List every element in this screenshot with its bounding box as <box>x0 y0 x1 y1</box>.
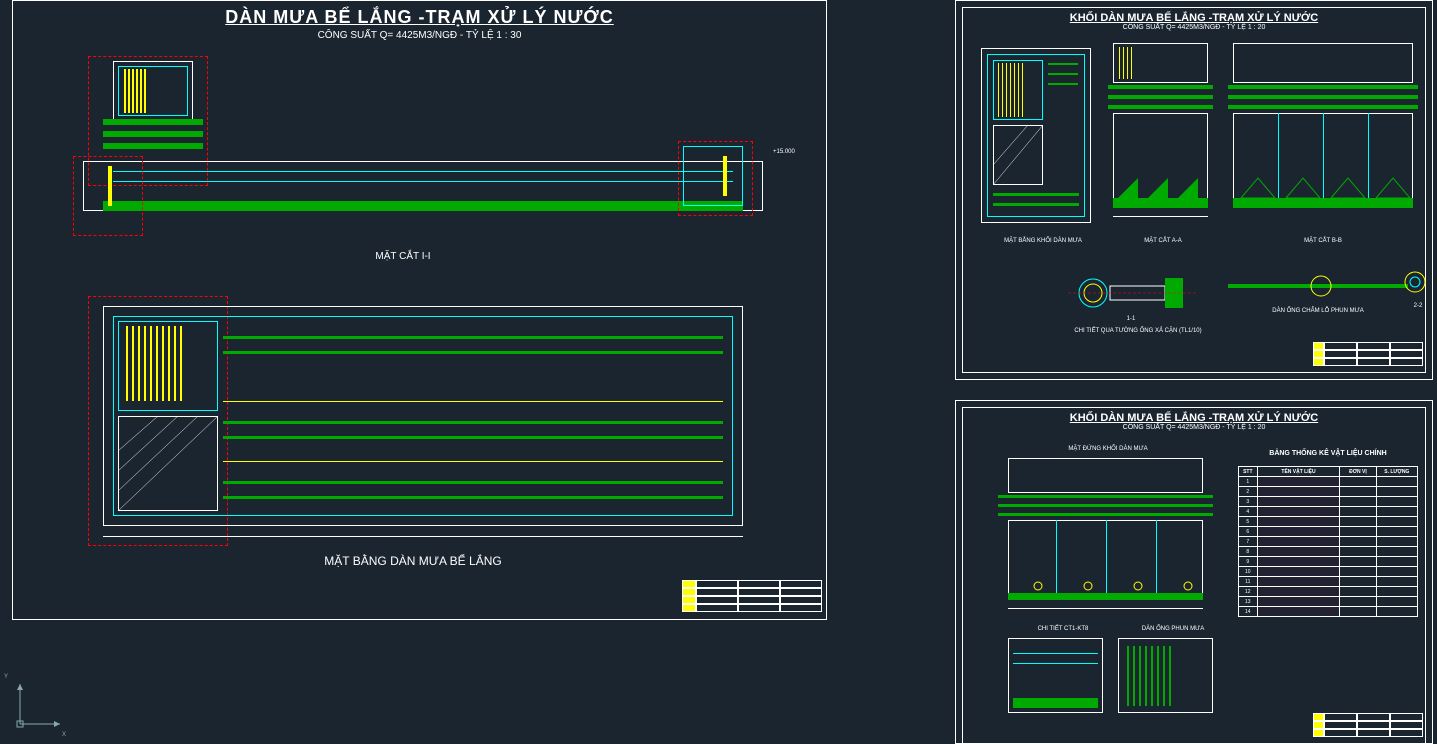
sheet-3: KHỐI DÀN MƯA BỂ LẮNG -TRẠM XỬ LÝ NƯỚC CÔ… <box>955 400 1433 744</box>
section-bb <box>1228 43 1423 218</box>
sheet2-title: KHỐI DÀN MƯA BỂ LẮNG -TRẠM XỬ LÝ NƯỚC <box>963 12 1425 24</box>
table-row: 7 <box>1239 537 1418 547</box>
table-row: 11 <box>1239 577 1418 587</box>
plan-khoi-label: MẶT BẰNG KHỐI DÀN MƯA <box>993 238 1093 244</box>
spray-detail-2 <box>1118 638 1213 713</box>
detail-ct <box>1008 638 1103 713</box>
table-row: 10 <box>1239 567 1418 577</box>
spray-label: DÀN ỐNG CHẨM LỖ PHUN MƯA <box>1253 308 1383 314</box>
detail-22-label: 2-2 <box>1408 303 1428 309</box>
table-row: 9 <box>1239 557 1418 567</box>
sheet2-sub: CÔNG SUẤT Q= 4425M3/NGĐ - TỶ LỆ 1 : 20 <box>963 24 1425 31</box>
detail-11-label: 1-1 <box>1116 316 1146 322</box>
table-row: 1 <box>1239 477 1418 487</box>
plan-khoi <box>973 43 1098 233</box>
table-row: 14 <box>1239 607 1418 617</box>
ucs-y: Y <box>4 674 8 680</box>
section-aa <box>1108 43 1218 218</box>
sheet3-title: KHỐI DÀN MƯA BỂ LẮNG -TRẠM XỬ LÝ NƯỚC <box>963 412 1425 424</box>
detail-ct-label: CHI TIẾT CT1-KT8 <box>1023 626 1103 632</box>
table-row: 8 <box>1239 547 1418 557</box>
section-bb-label: MẶT CẮT B-B <box>1293 238 1353 244</box>
elev-mark: +15.000 <box>773 149 795 155</box>
ucs-x: X <box>62 732 66 738</box>
table-row: 2 <box>1239 487 1418 497</box>
table-row: 4 <box>1239 507 1418 517</box>
table-row: 6 <box>1239 527 1418 537</box>
spray-manifold <box>1228 268 1408 308</box>
detail-22-circle <box>1403 270 1427 294</box>
ucs-icon <box>10 674 70 734</box>
title-block-3 <box>1313 713 1423 741</box>
detail-pipe-label: CHI TIẾT QUA TƯỜNG ỐNG XẢ CẶN (TL1/10) <box>1068 328 1208 334</box>
table-row: 3 <box>1239 497 1418 507</box>
plan-view <box>83 301 763 541</box>
section-i-i: +15.000 <box>83 61 763 241</box>
spray2-label: DÀN ỐNG PHUN MƯA <box>1133 626 1213 632</box>
elev-label: MẶT ĐỨNG KHỐI DÀN MƯA <box>1048 446 1168 452</box>
sheet1-subtitle: CÔNG SUẤT Q= 4425M3/NGĐ - TỶ LỆ 1 : 30 <box>13 30 826 41</box>
elevation-view <box>998 458 1213 613</box>
table-row: 12 <box>1239 587 1418 597</box>
sheet3-sub: CÔNG SUẤT Q= 4425M3/NGĐ - TỶ LỆ 1 : 20 <box>963 424 1425 431</box>
plan-label: MẶT BẰNG DÀN MƯA BỂ LẮNG <box>283 554 543 568</box>
section-aa-label: MẶT CẮT A-A <box>1133 238 1193 244</box>
sheet-2: KHỐI DÀN MƯA BỂ LẮNG -TRẠM XỬ LÝ NƯỚC CÔ… <box>955 0 1433 380</box>
th-stt: STT <box>1239 467 1258 477</box>
th-unit: ĐƠN VỊ <box>1340 467 1376 477</box>
section-i-i-label: MẶT CẮT I-I <box>343 251 463 262</box>
material-table: STT TÊN VẬT LIỆU ĐƠN VỊ S. LƯỢNG 1234567… <box>1238 466 1418 617</box>
th-qty: S. LƯỢNG <box>1376 467 1417 477</box>
sheet-1: DÀN MƯA BỂ LẮNG -TRẠM XỬ LÝ NƯỚC CÔNG SU… <box>12 0 827 620</box>
sheet1-title: DÀN MƯA BỂ LẮNG -TRẠM XỬ LÝ NƯỚC <box>13 7 826 28</box>
title-block-1 <box>682 580 822 615</box>
table-row: 5 <box>1239 517 1418 527</box>
title-block-2 <box>1313 342 1423 370</box>
th-name: TÊN VẬT LIỆU <box>1257 467 1340 477</box>
table-title: BẢNG THỐNG KÊ VẬT LIỆU CHÍNH <box>1248 450 1408 457</box>
table-row: 13 <box>1239 597 1418 607</box>
